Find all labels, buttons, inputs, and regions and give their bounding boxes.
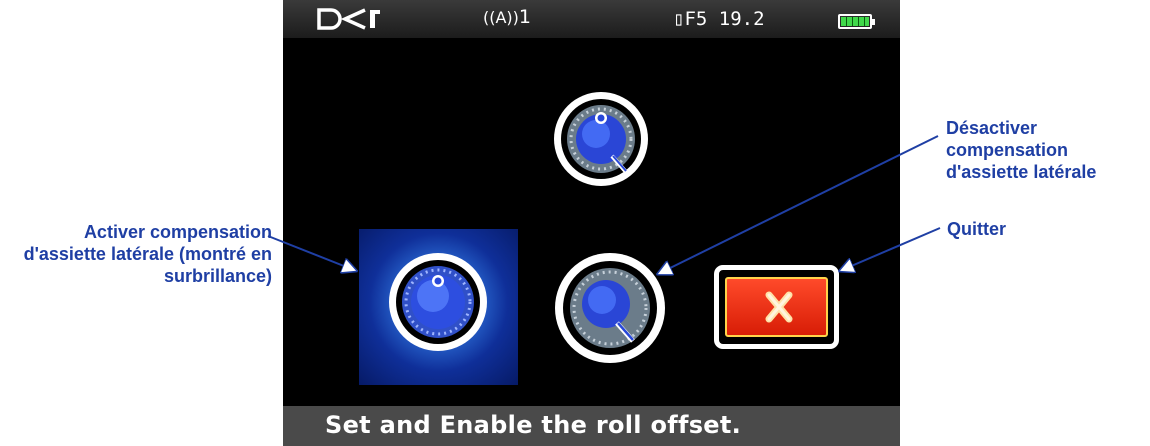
quit-callout-arrow	[842, 227, 941, 270]
callout-arrows	[267, 135, 941, 446]
disable-callout-arrow	[660, 135, 939, 273]
enable-callout-arrow	[267, 235, 354, 270]
